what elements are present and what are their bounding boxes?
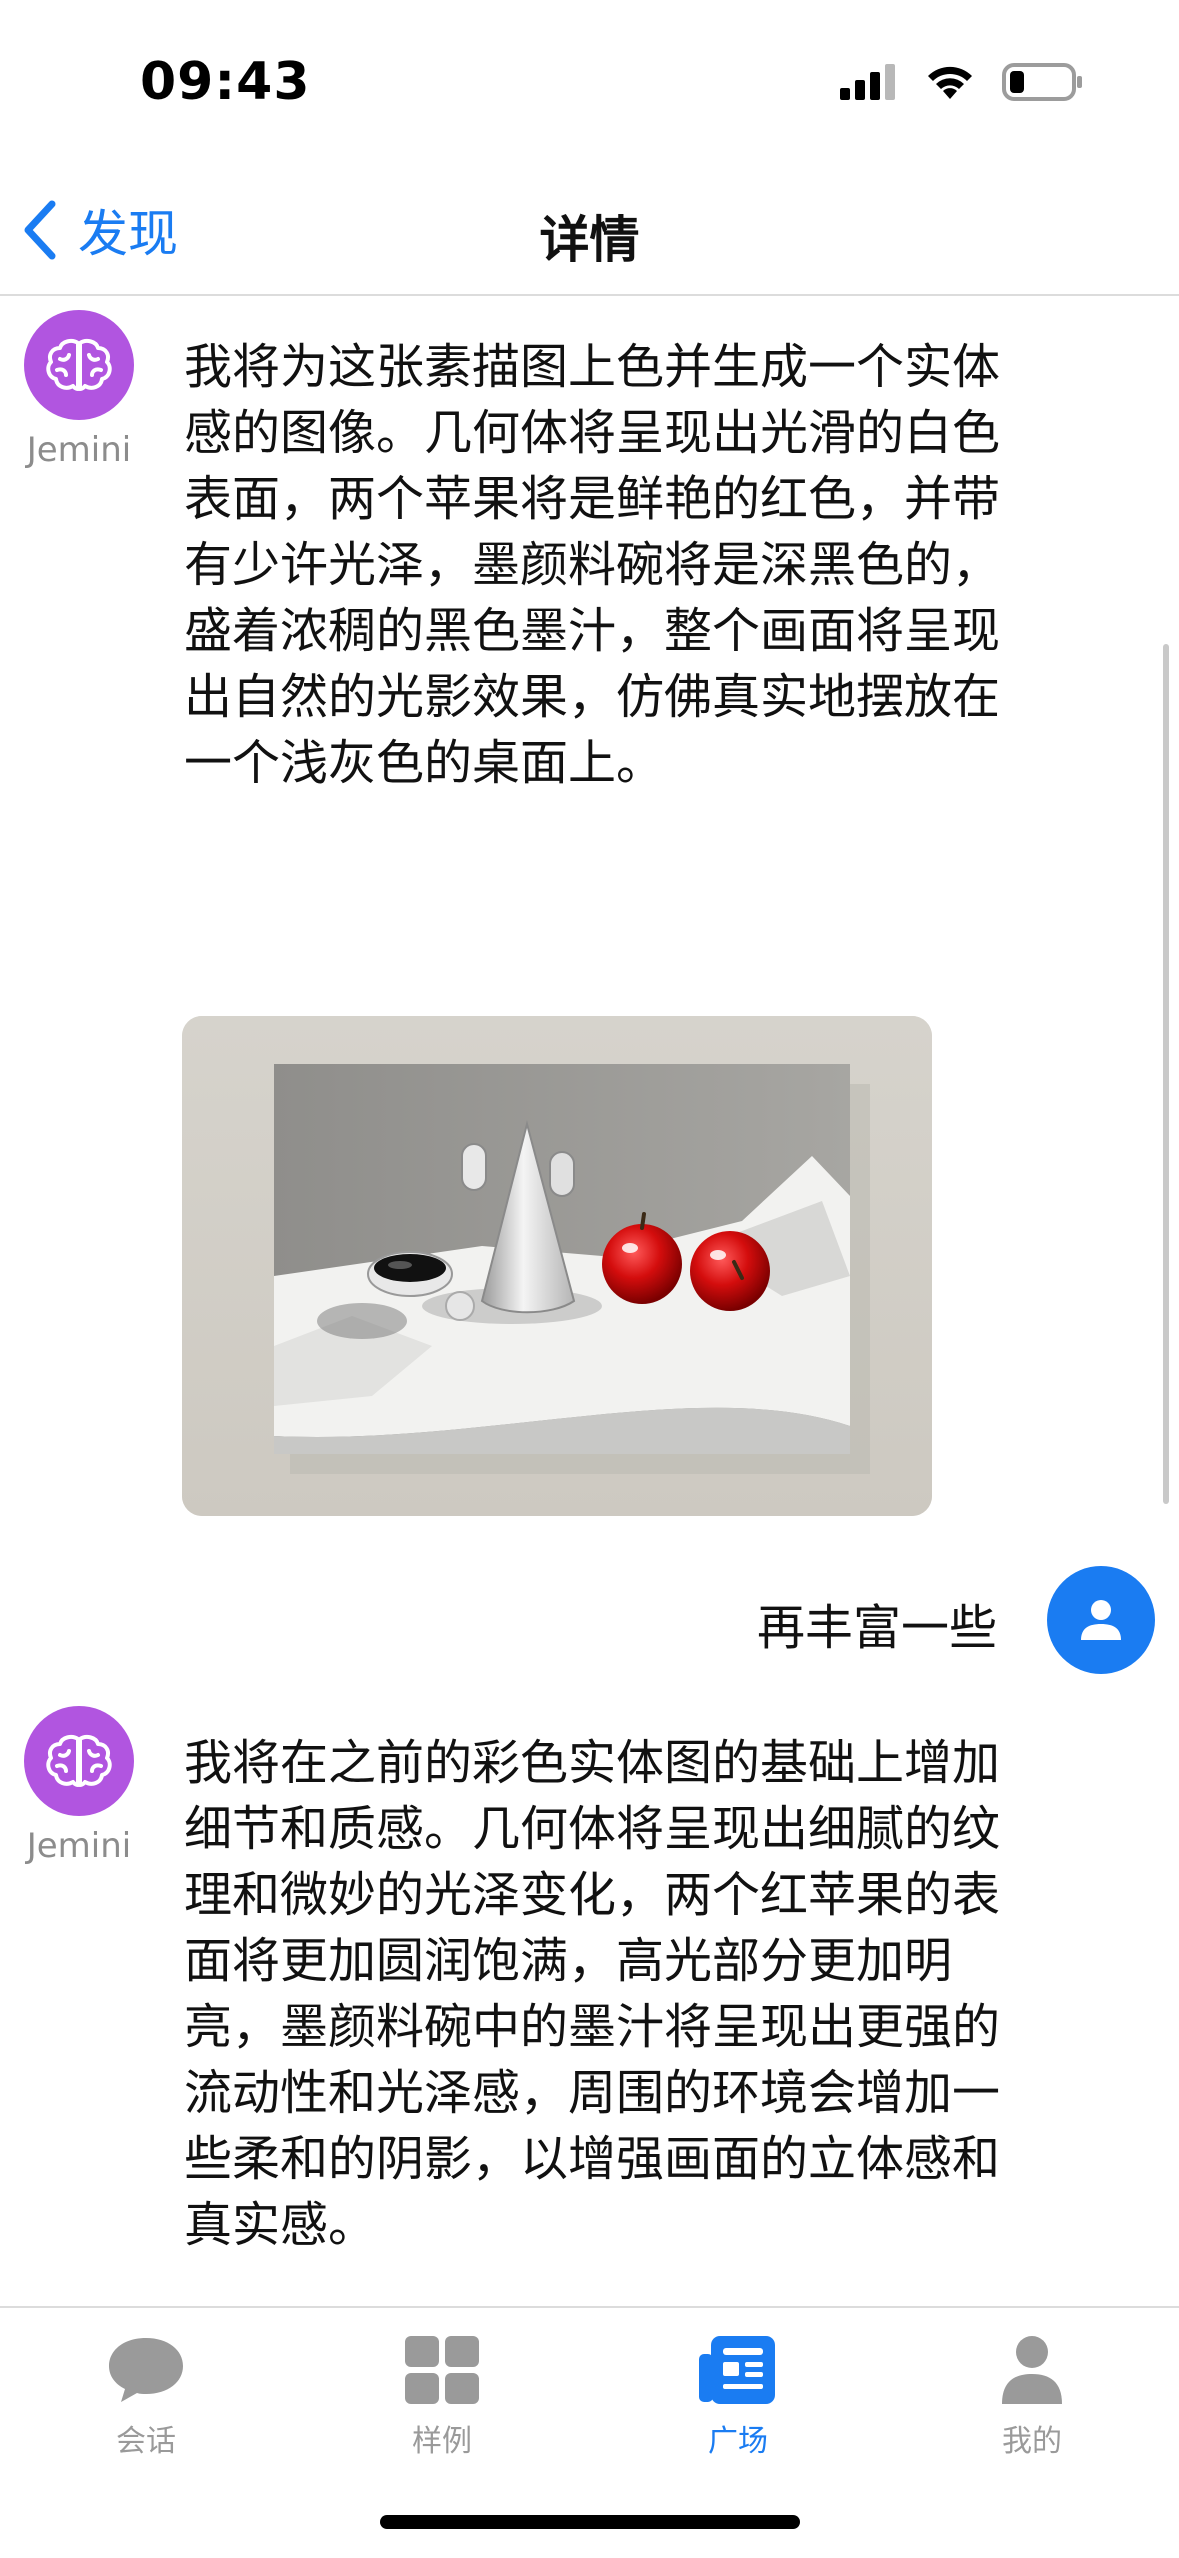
status-icons — [840, 62, 1084, 102]
page-title: 详情 — [539, 211, 640, 269]
chat-bubble-icon — [109, 2338, 183, 2402]
tab-bar: 会话 样例 广场 我的 — [0, 2306, 1179, 2558]
wifi-icon — [928, 66, 972, 99]
status-time: 09:43 — [140, 52, 311, 112]
bot-name: Jemini — [26, 430, 132, 470]
bot-message-text: 我将在之前的彩色实体图的基础上增加细节和质感。几何体将呈现出细腻的纹理和微妙的光… — [184, 1735, 1001, 2253]
still-life-illustration — [182, 1016, 932, 1516]
tab-label: 样例 — [412, 2424, 472, 2459]
user-message-text: 再丰富一些 — [756, 1600, 997, 1656]
generated-image[interactable] — [182, 1016, 932, 1516]
grid-icon — [405, 2336, 479, 2404]
bot-message: Jemini 我将为这张素描图上色并生成一个实体感的图像。几何体将呈现出光滑的白… — [0, 310, 1179, 1530]
user-message: 再丰富一些 — [0, 1566, 1179, 1676]
bot-message: Jemini 我将在之前的彩色实体图的基础上增加细节和质感。几何体将呈现出细腻的… — [0, 1706, 1179, 2306]
nav-bar: 发现 详情 — [0, 170, 1179, 296]
bot-message-text: 我将为这张素描图上色并生成一个实体感的图像。几何体将呈现出光滑的白色表面，两个苹… — [184, 339, 1001, 791]
bot-avatar-block: Jemini — [24, 1706, 134, 1866]
bot-avatar[interactable] — [24, 310, 134, 420]
bot-avatar-block: Jemini — [24, 310, 134, 470]
tab-samples[interactable]: 样例 — [342, 2328, 542, 2460]
news-icon — [699, 2336, 775, 2404]
tab-label: 会话 — [116, 2424, 176, 2459]
user-avatar[interactable] — [1047, 1566, 1155, 1674]
brain-icon — [46, 1734, 112, 1787]
bot-avatar[interactable] — [24, 1706, 134, 1816]
tab-mine[interactable]: 我的 — [932, 2328, 1132, 2460]
brain-icon — [46, 338, 112, 391]
conversation[interactable]: Jemini 我将为这张素描图上色并生成一个实体感的图像。几何体将呈现出光滑的白… — [0, 296, 1179, 2306]
status-bar: 09:43 — [0, 0, 1179, 170]
tab-plaza[interactable]: 广场 — [638, 2328, 838, 2460]
bot-name: Jemini — [26, 1826, 132, 1866]
tab-label: 我的 — [1002, 2424, 1062, 2459]
tab-label: 广场 — [708, 2424, 768, 2459]
cellular-signal-icon — [840, 64, 895, 100]
tab-chat[interactable]: 会话 — [46, 2328, 246, 2460]
battery-icon — [1002, 63, 1082, 101]
person-icon — [1002, 2336, 1062, 2404]
home-indicator[interactable] — [380, 2515, 800, 2529]
person-icon — [1081, 1600, 1121, 1640]
